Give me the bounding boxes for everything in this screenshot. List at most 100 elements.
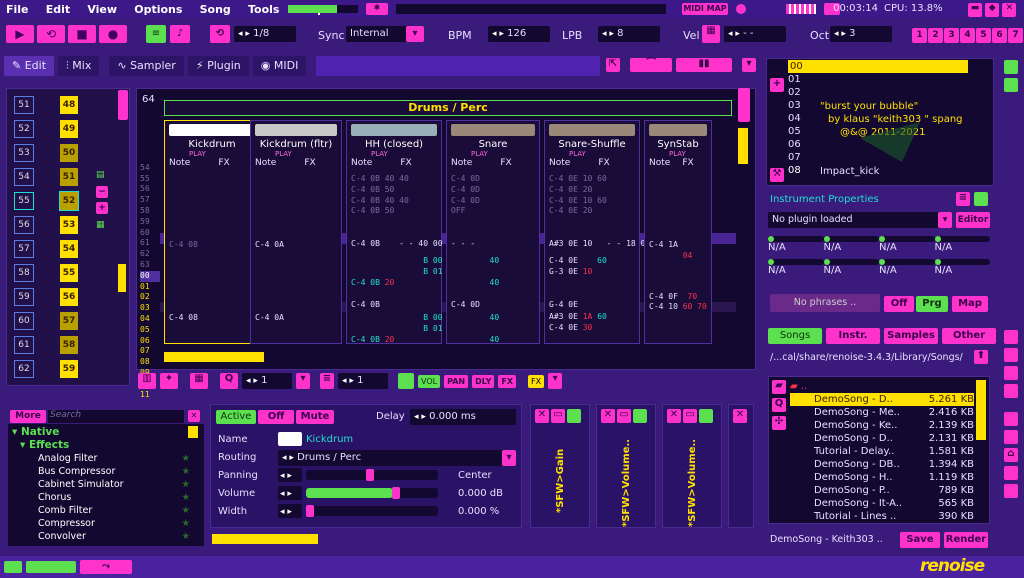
play-icon[interactable]: ▶ — [6, 25, 34, 43]
tab-plugin[interactable]: ⚡ Plugin — [187, 56, 249, 76]
octave-2[interactable]: 2 — [928, 28, 943, 43]
panning-slider[interactable] — [306, 469, 438, 481]
seq-slot[interactable]: 62 — [14, 360, 34, 378]
tree-effects[interactable]: ▾ Effects — [20, 439, 69, 451]
pattern-slot[interactable]: 59 — [60, 360, 78, 378]
device-enable-toggle[interactable] — [567, 409, 581, 423]
matrix-icon[interactable]: ▦ — [96, 214, 108, 236]
pattern-scrollbar-h[interactable] — [164, 352, 264, 362]
macro[interactable]: N/A — [768, 259, 824, 276]
pattern-slot[interactable]: 54 — [60, 240, 78, 258]
file-row[interactable]: DemoSong - DB.. 1.394 KB — [790, 458, 974, 471]
volume-slider[interactable] — [306, 487, 438, 499]
octave-7[interactable]: 7 — [1008, 28, 1023, 43]
pattern-slot-selected[interactable]: 52 — [59, 191, 79, 211]
instrument-box-toggle[interactable] — [1004, 78, 1018, 92]
menu-tools[interactable]: Tools — [248, 3, 279, 16]
seq-slot[interactable]: 51 — [14, 96, 34, 114]
plugin-list-scrollbar[interactable] — [188, 426, 198, 438]
file-list-scrollbar[interactable] — [976, 380, 986, 440]
fx-toggle[interactable]: FX — [498, 374, 517, 388]
tab-edit[interactable]: ✎ Edit — [4, 56, 55, 76]
maximize-button[interactable]: ◆ — [985, 3, 1000, 17]
file-row[interactable]: DemoSong - D.. 2.131 KB — [790, 432, 974, 445]
side-btn-5[interactable] — [1004, 412, 1018, 426]
fx-column-toggle[interactable]: FX — [528, 374, 545, 388]
dropdown-icon[interactable]: ▾ — [296, 373, 310, 389]
scope-toggle[interactable]: ⏜ — [630, 58, 672, 72]
track-hh-closed[interactable]: HH (closed) PLAY Note FX C-4 0B 40 40 C-4… — [346, 120, 443, 344]
octave-3[interactable]: 3 — [944, 28, 959, 43]
panic-button[interactable]: ✱ — [366, 3, 388, 15]
side-btn-6[interactable] — [1004, 430, 1018, 444]
plugin-item[interactable]: Analog Filter ★ — [0, 452, 190, 465]
track-color-swatch[interactable] — [278, 432, 302, 446]
plugin-item[interactable]: Chorus ★ — [0, 491, 190, 504]
props-list-icon[interactable]: ≡ — [956, 192, 970, 206]
instrument-add-icon[interactable]: + — [770, 78, 784, 92]
sync-select[interactable]: Internal ▾ — [346, 26, 424, 42]
pattern-slot[interactable]: 55 — [60, 264, 78, 282]
vol-toggle[interactable]: VOL — [418, 374, 441, 388]
stop-icon[interactable]: ■ — [68, 25, 96, 43]
seq-slot[interactable]: 54 — [14, 168, 34, 186]
macro[interactable]: N/A — [879, 236, 935, 253]
plugin-item[interactable]: Compressor ★ — [0, 517, 190, 530]
instrument-slot[interactable]: 02 — [788, 86, 968, 99]
edit-step-field[interactable]: ◂ ▸ 1/8 — [234, 26, 296, 42]
octave-field[interactable]: ◂ ▸ 3 — [830, 26, 892, 42]
macro[interactable]: N/A — [879, 259, 935, 276]
mute-button[interactable]: Mute — [296, 410, 334, 424]
pattern-edit-step[interactable]: ◂ ▸ 1 — [242, 373, 292, 389]
device-scrollbar[interactable] — [212, 534, 318, 544]
side-btn-8[interactable] — [1004, 466, 1018, 480]
macro[interactable]: N/A — [934, 236, 990, 253]
plugin-select[interactable]: No plugin loaded ▾ — [768, 212, 952, 228]
file-row[interactable]: DemoSong - D.. 5.261 KB — [790, 393, 974, 406]
seq-slot[interactable]: 59 — [14, 288, 34, 306]
lpb-field[interactable]: ◂ ▸ 8 — [598, 26, 660, 42]
panning-step[interactable]: ◂ ▸ — [278, 468, 302, 482]
octave-1[interactable]: 1 — [912, 28, 927, 43]
pattern-slot[interactable]: 58 — [60, 336, 78, 354]
device-partial[interactable]: ✕ — [728, 404, 754, 528]
pan-toggle[interactable]: PAN — [444, 374, 469, 388]
tab-midi[interactable]: ◉ MIDI — [252, 56, 307, 76]
tab-sampler[interactable]: ∿ Sampler — [109, 56, 184, 76]
fx-dropdown-icon[interactable]: ▾ — [548, 373, 563, 389]
device-save-icon[interactable]: ▭ — [683, 409, 697, 423]
file-row[interactable]: DemoSong - P.. 789 KB — [790, 484, 974, 497]
pattern-slot[interactable]: 51 — [60, 168, 78, 186]
macro[interactable]: N/A — [823, 259, 879, 276]
status-toggle-2[interactable] — [26, 561, 76, 573]
note-columns-icon[interactable] — [398, 373, 414, 389]
bpm-field[interactable]: ◂ ▸ 126 — [488, 26, 550, 42]
width-slider[interactable] — [306, 505, 438, 517]
seq-slot-selected[interactable]: 55 — [14, 192, 34, 210]
insert-pattern-icon[interactable]: + — [96, 202, 108, 214]
phrase-map-button[interactable]: Map — [952, 296, 988, 312]
pattern-slot[interactable]: 50 — [60, 144, 78, 162]
file-row[interactable]: Tutorial - Delay.. 1.581 KB — [790, 445, 974, 458]
side-btn-3[interactable] — [1004, 366, 1018, 380]
file-row[interactable]: DemoSong - It-A.. 565 KB — [790, 497, 974, 510]
zoom-icon[interactable]: Q — [220, 373, 238, 389]
off-button[interactable]: Off — [258, 410, 294, 424]
expand-icon[interactable]: ⇱ — [606, 58, 620, 72]
seq-slot[interactable]: 61 — [14, 336, 34, 354]
disk-browser-toggle[interactable] — [1004, 60, 1018, 74]
pattern-scrollbar-v[interactable] — [738, 128, 748, 164]
tab-other[interactable]: Other — [942, 328, 996, 344]
file-row[interactable]: DemoSong - Me.. 2.416 KB — [790, 406, 974, 419]
track-snare-shuffle[interactable]: Snare-Shuffle PLAY Note FX C-4 0E 10 60 C… — [544, 120, 650, 344]
status-toggle-1[interactable] — [4, 561, 22, 573]
menu-view[interactable]: View — [87, 3, 117, 16]
seq-slot[interactable]: 58 — [14, 264, 34, 282]
parent-folder[interactable]: ▰ .. — [790, 380, 974, 393]
menu-options[interactable]: Options — [134, 3, 182, 16]
phrase-prg-button[interactable]: Prg — [916, 296, 948, 312]
browser-up-icon[interactable]: ⬆ — [974, 350, 988, 364]
delete-pattern-icon[interactable]: − — [96, 186, 108, 198]
seq-slot[interactable]: 57 — [14, 240, 34, 258]
octave-5[interactable]: 5 — [976, 28, 991, 43]
